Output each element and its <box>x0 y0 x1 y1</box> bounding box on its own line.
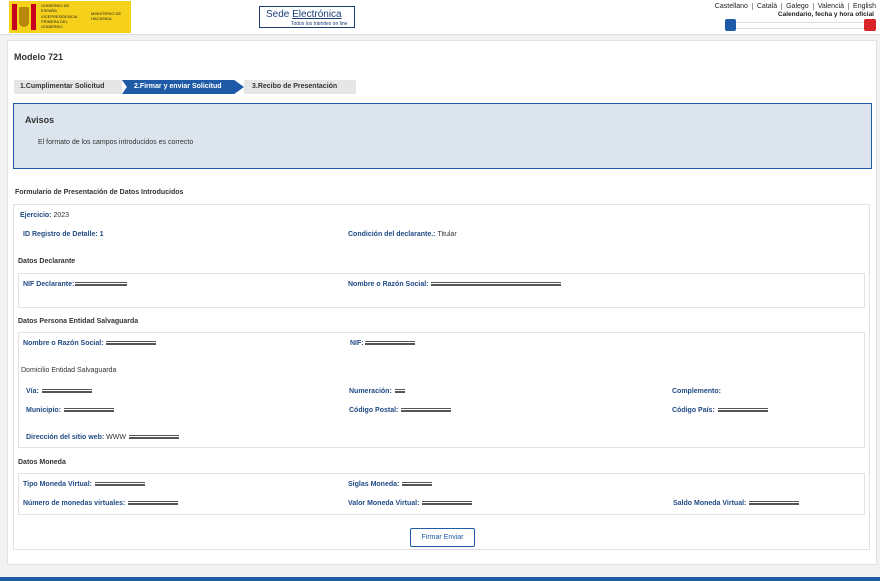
numero-monedas-redacted <box>128 501 179 506</box>
ejercicio-value: 2023 <box>53 212 70 219</box>
tipo-moneda-redacted <box>94 482 145 487</box>
avisos-message: El formato de los campos introducidos es… <box>38 139 194 146</box>
persona-section-title: Datos Persona Entidad Salvaguarda <box>18 318 139 325</box>
condicion-label: Condición del declarante.: <box>348 231 436 238</box>
sede-title-a: Sede <box>266 9 290 20</box>
codigo-postal-redacted <box>401 408 452 413</box>
nombre-razon-redacted <box>431 282 562 287</box>
moneda-section-title: Datos Moneda <box>18 459 66 466</box>
language-selector: Castellano Català Galego Valencià Englis… <box>711 3 876 10</box>
footer-bar <box>0 577 880 581</box>
codigo-pais-label: Código País: <box>672 407 715 414</box>
complemento-label: Complemento: <box>672 388 721 395</box>
persona-nombre-redacted <box>106 341 157 346</box>
nif-declarante-label: NIF Declarante: <box>23 281 75 288</box>
persona-nif-label: NIF: <box>350 340 364 347</box>
saldo-moneda-field: Saldo Moneda Virtual: <box>673 500 800 507</box>
web-label: Dirección del sitio web: <box>26 434 105 441</box>
page-title: Modelo 721 <box>14 52 64 62</box>
sede-title-b: Electrónica <box>292 9 342 20</box>
id-registro-value: 1 <box>99 231 104 238</box>
slider-max-handle[interactable] <box>864 19 876 31</box>
persona-nombre-field: Nombre o Razón Social: <box>23 340 157 347</box>
id-registro-field: ID Registro de Detalle: 1 <box>23 231 104 238</box>
logo-vicepresidencia-text: VICEPRESIDENCIA PRIMERA DEL GOBIERNO <box>41 14 78 29</box>
moneda-box: Tipo Moneda Virtual: Siglas Moneda: Núme… <box>18 473 865 515</box>
siglas-field: Siglas Moneda: <box>348 481 433 488</box>
nombre-razon-label: Nombre o Razón Social: <box>348 281 429 288</box>
ejercicio-label: Ejercicio: <box>20 212 52 219</box>
numero-monedas-label: Número de monedas virtuales: <box>23 500 126 507</box>
web-field: Dirección del sitio web: WWW <box>26 434 179 441</box>
persona-box: Nombre o Razón Social: NIF: Domicilio En… <box>18 332 865 448</box>
via-label: Vía: <box>26 388 39 395</box>
avisos-panel: Avisos El formato de los campos introduc… <box>13 103 872 169</box>
avisos-heading: Avisos <box>25 115 55 125</box>
logo-gobierno-text: GOBIERNO DE ESPAÑA <box>41 3 70 13</box>
valor-moneda-redacted <box>422 501 473 506</box>
lang-castellano[interactable]: Castellano <box>711 3 753 10</box>
lang-catala[interactable]: Català <box>753 3 783 10</box>
numeracion-label: Numeración: <box>349 388 392 395</box>
sede-subtitle: Todos los trámites on line <box>291 21 348 27</box>
nif-declarante-field: NIF Declarante: <box>23 281 128 288</box>
tipo-moneda-label: Tipo Moneda Virtual: <box>23 481 92 488</box>
slider-track <box>731 22 869 29</box>
persona-nif-field: NIF: <box>350 340 415 347</box>
domicilio-section-title: Domicilio Entidad Salvaguarda <box>21 367 117 374</box>
condicion-value: Titular <box>437 231 457 238</box>
step-recibo: 3.Recibo de Presentación <box>244 80 356 94</box>
persona-nif-redacted <box>364 341 415 346</box>
declarante-box: NIF Declarante: Nombre o Razón Social: <box>18 273 865 308</box>
via-redacted <box>41 389 92 394</box>
tipo-moneda-field: Tipo Moneda Virtual: <box>23 481 145 488</box>
lang-english[interactable]: English <box>849 3 876 10</box>
wizard-steps: 1.Cumplimentar Solicitud 2.Firmar y envi… <box>14 80 356 94</box>
numero-monedas-field: Número de monedas virtuales: <box>23 500 179 507</box>
via-field: Vía: <box>26 388 92 395</box>
valor-moneda-label: Valor Moneda Virtual: <box>348 500 420 507</box>
calendar-link[interactable]: Calendario, fecha y hora oficial <box>778 11 874 18</box>
codigo-postal-label: Código Postal: <box>349 407 399 414</box>
siglas-label: Siglas Moneda: <box>348 481 400 488</box>
logo-ministerio-text: MINISTERIO DE HACIENDA <box>91 11 122 21</box>
condicion-field: Condición del declarante.: Titular <box>348 231 457 238</box>
form-title: Formulario de Presentación de Datos Intr… <box>15 189 184 196</box>
form-container: Ejercicio: 2023 ID Registro de Detalle: … <box>13 204 870 550</box>
nombre-razon-field: Nombre o Razón Social: <box>348 281 562 288</box>
numeracion-redacted <box>394 389 405 394</box>
main-panel: Modelo 721 1.Cumplimentar Solicitud 2.Fi… <box>7 40 877 565</box>
valor-moneda-field: Valor Moneda Virtual: <box>348 500 473 507</box>
lang-valencia[interactable]: Valencià <box>814 3 850 10</box>
web-redacted <box>128 435 179 440</box>
persona-nombre-label: Nombre o Razón Social: <box>23 340 104 347</box>
municipio-label: Municipio: <box>26 407 61 414</box>
web-prefix: WWW <box>106 434 126 441</box>
ejercicio-field: Ejercicio: 2023 <box>20 212 69 219</box>
codigo-pais-field: Código País: <box>672 407 768 414</box>
saldo-moneda-label: Saldo Moneda Virtual: <box>673 500 747 507</box>
codigo-postal-field: Código Postal: <box>349 407 452 414</box>
siglas-redacted <box>402 482 433 487</box>
sede-electronica-logo[interactable]: Sede Electrónica Todos los trámites on l… <box>259 6 355 28</box>
complemento-field: Complemento: <box>672 388 721 395</box>
nif-declarante-redacted <box>75 282 128 287</box>
id-registro-label: ID Registro de Detalle: <box>23 231 98 238</box>
slider-min-handle[interactable] <box>725 19 736 31</box>
firmar-enviar-button[interactable]: Firmar Enviar <box>410 528 475 547</box>
step-firmar-enviar: 2.Firmar y enviar Solicitud <box>122 80 244 94</box>
site-header: GOBIERNO DE ESPAÑA VICEPRESIDENCIA PRIME… <box>0 0 880 35</box>
codigo-pais-redacted <box>717 408 768 413</box>
municipio-field: Municipio: <box>26 407 114 414</box>
font-size-slider[interactable] <box>725 19 876 31</box>
coat-of-arms-icon <box>9 1 39 33</box>
step-cumplimentar: 1.Cumplimentar Solicitud <box>14 80 122 94</box>
lang-galego[interactable]: Galego <box>782 3 814 10</box>
numeracion-field: Numeración: <box>349 388 405 395</box>
saldo-moneda-redacted <box>749 501 800 506</box>
municipio-redacted <box>63 408 114 413</box>
government-logo[interactable]: GOBIERNO DE ESPAÑA VICEPRESIDENCIA PRIME… <box>9 1 131 33</box>
declarante-section-title: Datos Declarante <box>18 258 76 265</box>
